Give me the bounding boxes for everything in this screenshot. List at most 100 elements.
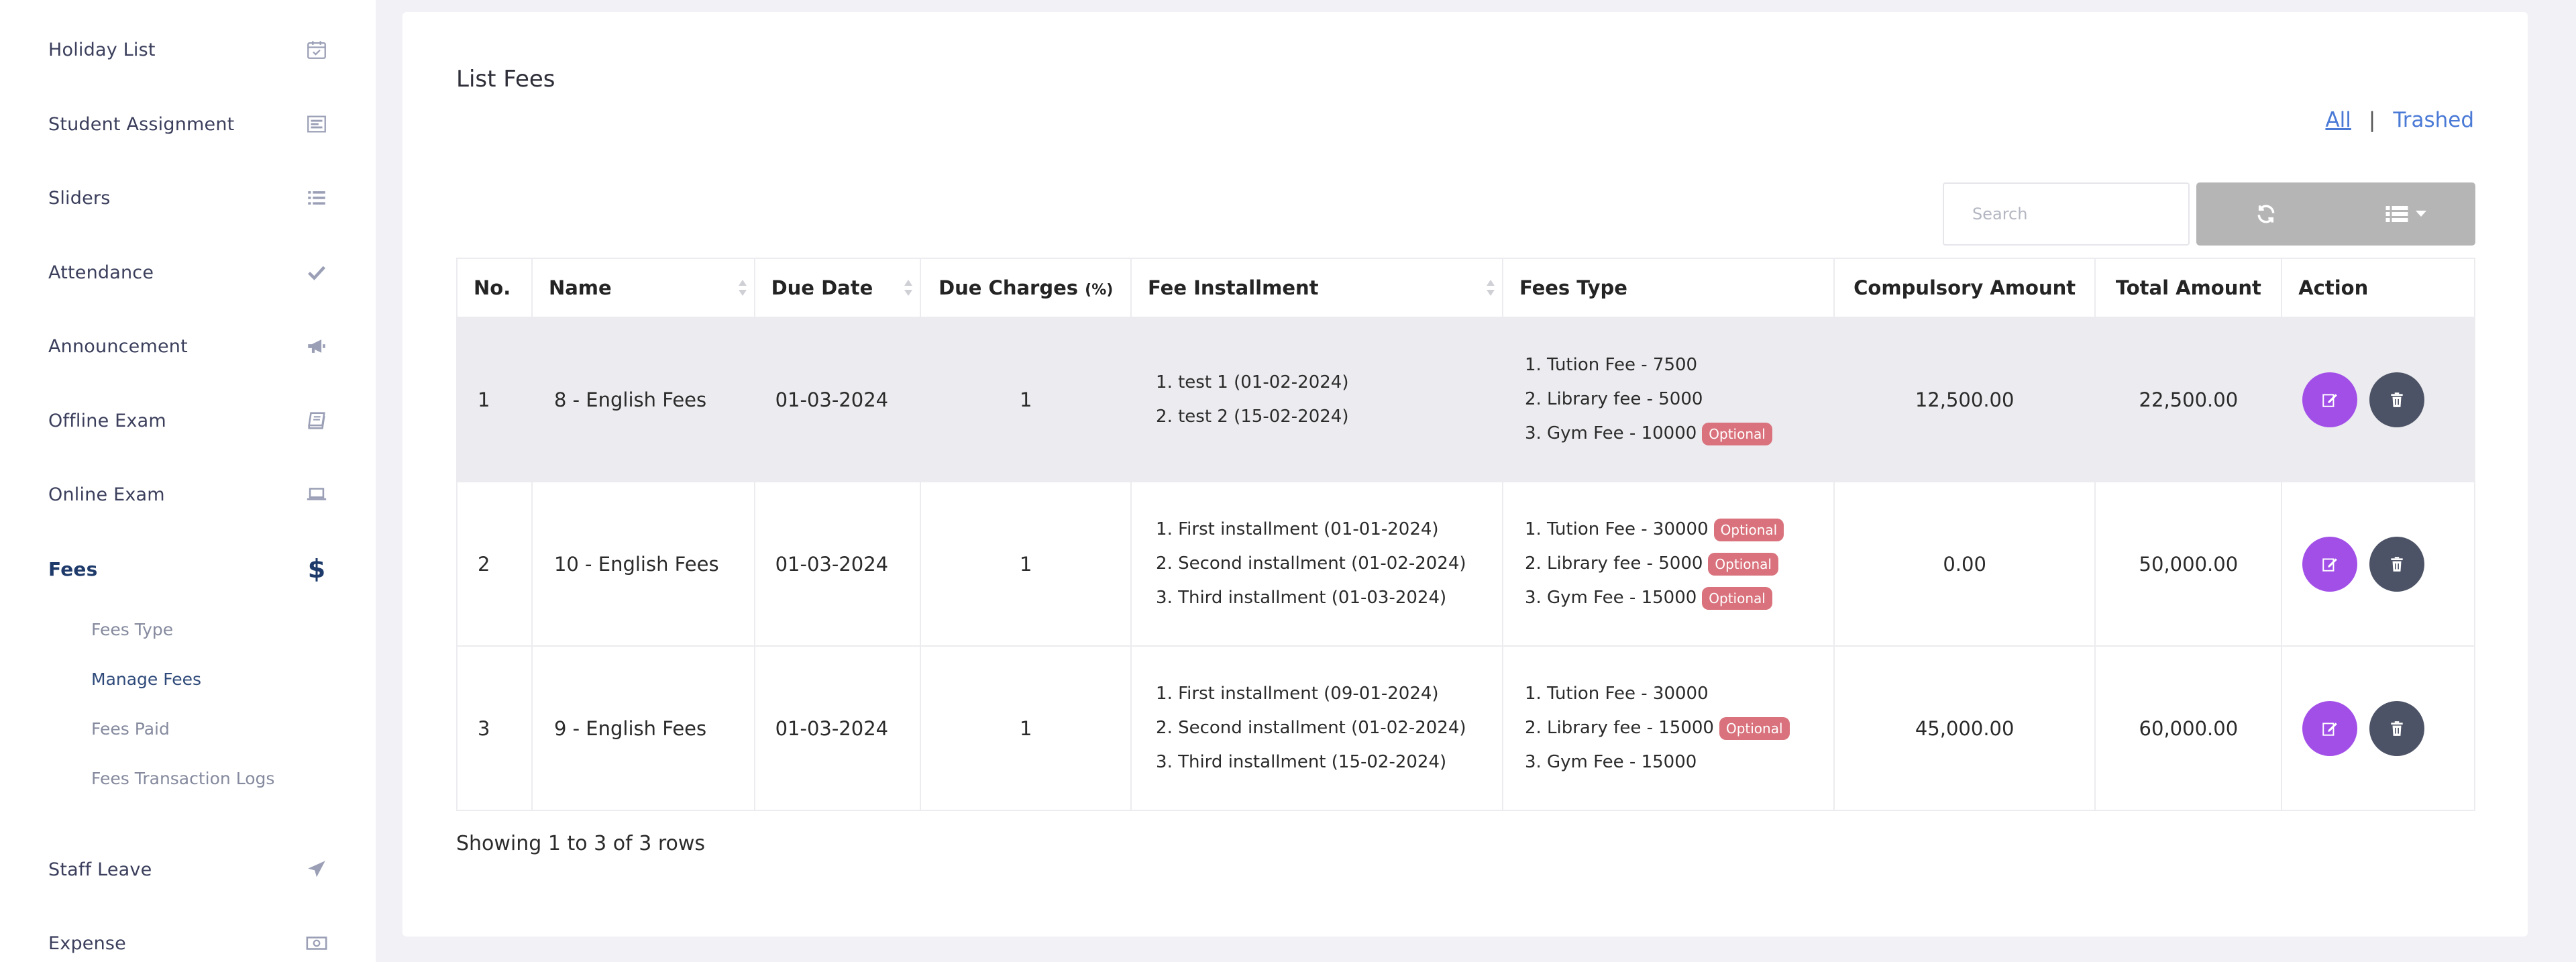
dollar-icon: $ bbox=[307, 554, 326, 584]
delete-button[interactable] bbox=[2369, 372, 2425, 427]
edit-button[interactable] bbox=[2302, 536, 2358, 592]
edit-button[interactable] bbox=[2302, 700, 2358, 756]
optional-badge: Optional bbox=[1702, 422, 1772, 445]
sidebar-item-announcement[interactable]: Announcement bbox=[48, 326, 330, 366]
sidebar-item-student-assignment[interactable]: Student Assignment bbox=[48, 104, 330, 144]
sidebar-item-label: Attendance bbox=[48, 262, 154, 283]
cell-installments: 1. test 1 (01-02-2024) 2. test 2 (15-02-… bbox=[1130, 317, 1503, 482]
cell-fees-type: 1. Tution Fee - 30000 2. Library fee - 1… bbox=[1501, 645, 1835, 811]
installment-item: 1. First installment (09-01-2024) bbox=[1156, 684, 1439, 704]
laptop-icon bbox=[303, 481, 330, 508]
sidebar-item-label: Announcement bbox=[48, 335, 188, 357]
header-fees-type: Fees Type bbox=[1501, 258, 1835, 318]
header-no: No. bbox=[456, 258, 533, 318]
sort-icon bbox=[738, 278, 747, 297]
filter-all-link[interactable]: All bbox=[2325, 108, 2351, 132]
optional-badge: Optional bbox=[1708, 552, 1778, 576]
sidebar-item-label: Holiday List bbox=[48, 39, 156, 60]
caret-down-icon bbox=[2416, 211, 2426, 217]
refresh-button[interactable] bbox=[2196, 182, 2336, 246]
sidebar-item-holiday-list[interactable]: Holiday List bbox=[48, 30, 330, 70]
filter-trashed-link[interactable]: Trashed bbox=[2393, 108, 2474, 132]
columns-toggle-button[interactable] bbox=[2336, 182, 2475, 246]
cell-fees-type: 1. Tution Fee - 7500 2. Library fee - 50… bbox=[1501, 317, 1835, 482]
cell-compulsory-amount: 12,500.00 bbox=[1833, 317, 2096, 482]
cell-fees-type: 1. Tution Fee - 30000 Optional 2. Library… bbox=[1501, 481, 1835, 647]
installment-item: 2. Second installment (01-02-2024) bbox=[1156, 553, 1466, 574]
calendar-check-icon bbox=[303, 36, 330, 63]
cell-due-date: 01-03-2024 bbox=[753, 481, 922, 647]
cell-due-date: 01-03-2024 bbox=[753, 317, 922, 482]
sidebar-item-label: Online Exam bbox=[48, 484, 165, 505]
refresh-icon bbox=[2257, 205, 2275, 223]
cell-name: 8 - English Fees bbox=[531, 317, 755, 482]
sidebar-item-offline-exam[interactable]: Offline Exam bbox=[48, 400, 330, 441]
edit-button[interactable] bbox=[2302, 372, 2358, 427]
cell-compulsory-amount: 0.00 bbox=[1833, 481, 2096, 647]
fee-type-item: 3. Gym Fee - 15000 Optional bbox=[1525, 581, 1833, 615]
fee-type-item: 2. Library fee - 5000 bbox=[1524, 389, 1703, 409]
delete-button[interactable] bbox=[2369, 700, 2425, 756]
pagination-info: Showing 1 to 3 of 3 rows bbox=[456, 832, 706, 855]
fee-type-item: 1. Tution Fee - 30000 bbox=[1524, 684, 1709, 704]
fee-type-item: 3. Gym Fee - 15000 bbox=[1524, 752, 1697, 772]
installment-item: 1. test 1 (01-02-2024) bbox=[1156, 372, 1349, 392]
edit-icon bbox=[2322, 557, 2338, 572]
cell-name: 9 - English Fees bbox=[531, 645, 755, 811]
fee-type-item: 2. Library fee - 15000 Optional bbox=[1525, 711, 1833, 745]
cell-no: 3 bbox=[456, 645, 533, 811]
sidebar-subitem-fees-transaction-logs[interactable]: Fees Transaction Logs bbox=[91, 769, 274, 788]
installment-item: 3. Third installment (01-03-2024) bbox=[1156, 588, 1447, 608]
fees-table: No. Name Due Date Due Charges (%) Fee In… bbox=[456, 258, 2475, 811]
table-header-row: No. Name Due Date Due Charges (%) Fee In… bbox=[456, 258, 2475, 318]
sidebar-item-staff-leave[interactable]: Staff Leave bbox=[48, 849, 330, 890]
sidebar-item-fees[interactable]: Fees $ bbox=[48, 549, 330, 589]
header-action: Action bbox=[2281, 258, 2475, 318]
cell-installments: 1. First installment (01-01-2024) 2. Sec… bbox=[1130, 481, 1503, 647]
sidebar-item-sliders[interactable]: Sliders bbox=[48, 178, 330, 218]
sidebar-subitem-manage-fees[interactable]: Manage Fees bbox=[91, 670, 201, 689]
header-compulsory-amount: Compulsory Amount bbox=[1833, 258, 2096, 318]
tasks-icon bbox=[303, 111, 330, 138]
trash-icon bbox=[2391, 720, 2403, 736]
sidebar-subitem-fees-type[interactable]: Fees Type bbox=[91, 620, 173, 639]
sidebar-item-online-exam[interactable]: Online Exam bbox=[48, 474, 330, 515]
cell-due-charges: 1 bbox=[920, 481, 1132, 647]
header-name[interactable]: Name bbox=[531, 258, 755, 318]
sidebar-item-attendance[interactable]: Attendance bbox=[48, 252, 330, 292]
cell-total-amount: 50,000.00 bbox=[2094, 481, 2283, 647]
sidebar-item-label: Fees bbox=[48, 557, 98, 580]
fee-type-item: 3. Gym Fee - 10000 Optional bbox=[1525, 417, 1833, 451]
fee-type-item: 2. Library fee - 5000 Optional bbox=[1525, 547, 1833, 581]
header-due-date[interactable]: Due Date bbox=[753, 258, 922, 318]
cell-actions bbox=[2281, 317, 2475, 482]
fee-type-item: 1. Tution Fee - 30000 Optional bbox=[1525, 513, 1833, 547]
table-toolbar bbox=[2196, 182, 2475, 246]
installment-item: 2. Second installment (01-02-2024) bbox=[1156, 718, 1466, 738]
plane-icon bbox=[303, 856, 330, 883]
filter-links: All | Trashed bbox=[2325, 108, 2474, 132]
sidebar-subitem-fees-paid[interactable]: Fees Paid bbox=[91, 719, 170, 739]
cell-total-amount: 22,500.00 bbox=[2094, 317, 2283, 482]
header-total-amount: Total Amount bbox=[2094, 258, 2283, 318]
cell-total-amount: 60,000.00 bbox=[2094, 645, 2283, 811]
sidebar-item-expense[interactable]: Expense bbox=[48, 923, 330, 962]
search-input[interactable] bbox=[1943, 182, 2190, 246]
money-icon bbox=[303, 930, 330, 957]
trash-icon bbox=[2391, 392, 2403, 407]
cell-compulsory-amount: 45,000.00 bbox=[1833, 645, 2096, 811]
header-fee-installment[interactable]: Fee Installment bbox=[1130, 258, 1503, 318]
filter-separator: | bbox=[2368, 108, 2376, 132]
sidebar-item-label: Staff Leave bbox=[48, 859, 152, 880]
table-row: 1 8 - English Fees 01-03-2024 1 1. test … bbox=[456, 317, 2475, 482]
optional-badge: Optional bbox=[1719, 716, 1790, 740]
delete-button[interactable] bbox=[2369, 536, 2425, 592]
cell-due-date: 01-03-2024 bbox=[753, 645, 922, 811]
cell-no: 2 bbox=[456, 481, 533, 647]
cell-actions bbox=[2281, 481, 2475, 647]
cell-name: 10 - English Fees bbox=[531, 481, 755, 647]
cell-installments: 1. First installment (09-01-2024) 2. Sec… bbox=[1130, 645, 1503, 811]
edit-icon bbox=[2322, 393, 2338, 407]
sort-icon bbox=[904, 278, 913, 297]
bullhorn-icon bbox=[303, 333, 330, 360]
